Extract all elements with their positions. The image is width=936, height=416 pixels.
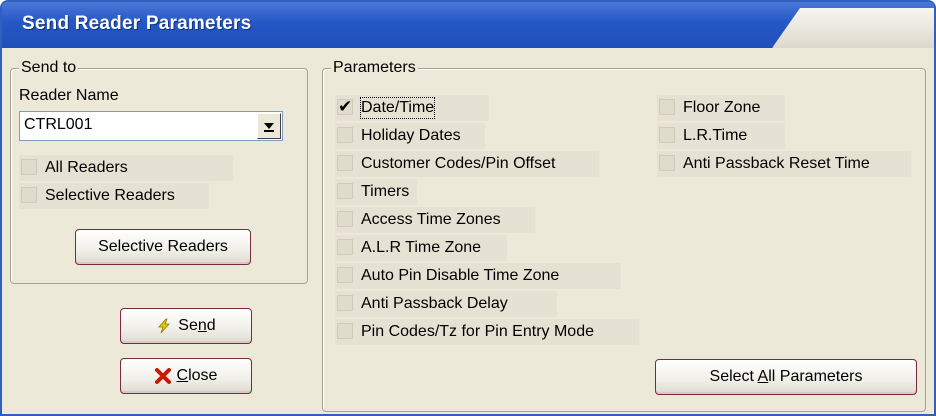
selective-readers-checkbox[interactable]: Selective Readers [19,183,209,209]
checkbox-box[interactable] [337,183,353,199]
checkbox-box[interactable] [337,239,353,255]
send-button[interactable]: Send [120,308,252,344]
param-label: Pin Codes/Tz for Pin Entry Mode [361,323,594,340]
send-to-legend: Send to [19,59,79,77]
selective-readers-button-label: Selective Readers [98,238,228,255]
param-date-time[interactable]: ✔ Date/Time [335,95,489,121]
param-label: Anti Passback Delay [361,295,508,312]
checkbox-box[interactable] [337,211,353,227]
select-all-parameters-button[interactable]: Select All Parameters [655,359,917,395]
all-readers-checkbox[interactable]: All Readers [19,155,233,181]
title-bar-tab [772,8,934,48]
param-anti-passback-delay[interactable]: Anti Passback Delay [335,291,557,317]
param-label: Date/Time [359,97,436,119]
checkbox-box[interactable] [659,99,675,115]
param-label: Access Time Zones [361,211,501,228]
checkbox-box[interactable] [659,127,675,143]
param-auto-pin-disable[interactable]: Auto Pin Disable Time Zone [335,263,621,289]
close-button[interactable]: Close [120,358,252,394]
send-to-group: Send to Reader Name CTRL001 All Readers … [10,59,308,284]
param-label: L.R.Time [683,127,748,144]
checkbox-box[interactable] [21,187,37,203]
checkbox-box[interactable] [337,127,353,143]
param-floor-zone[interactable]: Floor Zone [657,95,785,121]
window-title: Send Reader Parameters [22,13,252,34]
reader-name-dropdown[interactable]: CTRL001 [19,111,283,141]
param-label: Holiday Dates [361,127,461,144]
selective-readers-button[interactable]: Selective Readers [75,229,251,265]
chevron-down-icon [264,123,274,129]
param-lr-time[interactable]: L.R.Time [657,123,785,149]
param-anti-passback-reset[interactable]: Anti Passback Reset Time [657,151,911,177]
dialog-window: Send Reader Parameters Send to Reader Na… [0,0,936,416]
selective-readers-label: Selective Readers [45,187,175,204]
checkbox-box[interactable] [337,323,353,339]
reader-name-label: Reader Name [19,87,119,104]
param-holiday-dates[interactable]: Holiday Dates [335,123,485,149]
param-label: Timers [361,183,410,200]
dropdown-button[interactable] [257,113,281,139]
checkbox-box[interactable] [659,155,675,171]
parameters-group: Parameters ✔ Date/Time Holiday Dates Cus… [322,59,926,412]
param-label: Auto Pin Disable Time Zone [361,267,560,284]
parameters-legend: Parameters [331,59,418,77]
checked-checkbox-box[interactable]: ✔ [337,98,353,115]
checkbox-box[interactable] [337,267,353,283]
param-access-time-zones[interactable]: Access Time Zones [335,207,535,233]
checkbox-box[interactable] [337,155,353,171]
param-customer-codes[interactable]: Customer Codes/Pin Offset [335,151,599,177]
param-pin-codes-tz[interactable]: Pin Codes/Tz for Pin Entry Mode [335,319,639,345]
title-bar[interactable]: Send Reader Parameters [2,2,934,48]
param-label: Customer Codes/Pin Offset [361,155,556,172]
param-label: Floor Zone [683,99,761,116]
param-timers[interactable]: Timers [335,179,417,205]
red-x-icon [154,367,171,384]
param-label: Anti Passback Reset Time [683,155,870,172]
checkbox-box[interactable] [337,295,353,311]
dialog-client: Send to Reader Name CTRL001 All Readers … [10,48,928,412]
param-label: A.L.R Time Zone [361,239,482,256]
checkbox-box[interactable] [21,159,37,175]
param-alr-time-zone[interactable]: A.L.R Time Zone [335,235,507,261]
reader-name-value: CTRL001 [24,116,93,133]
lightning-bolt-icon [158,318,171,334]
all-readers-label: All Readers [45,159,128,176]
